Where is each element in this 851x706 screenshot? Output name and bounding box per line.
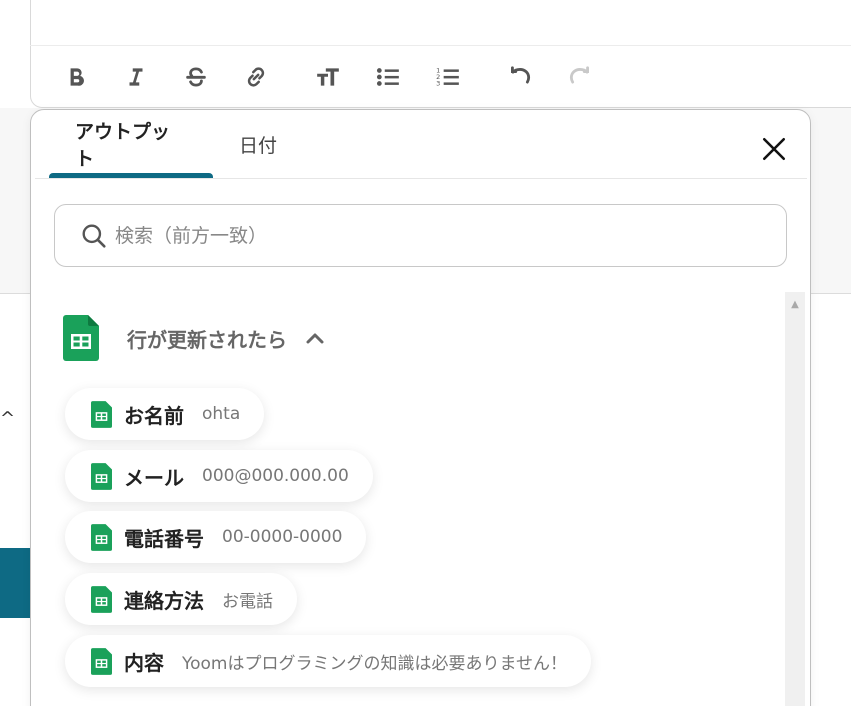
search-box[interactable] [54,204,787,267]
google-sheets-icon [91,647,112,675]
field-value: ohta [202,404,241,424]
field-chip-phone[interactable]: 電話番号 00-0000-0000 [65,511,367,563]
field-label: お名前 [124,403,184,428]
google-sheets-icon [91,523,112,551]
field-chip-content[interactable]: 内容 Yoomはプログラミングの知識は必要ありません！ [65,635,591,687]
field-value: Yoomはプログラミングの知識は必要ありません！ [182,653,567,674]
google-sheets-icon [91,400,112,428]
field-chip-name[interactable]: お名前 ohta [65,388,265,440]
section-header-row-updated[interactable]: 行が更新されたら [63,313,325,363]
italic-button[interactable] [116,58,156,96]
tab-date[interactable]: 日付 [213,110,303,178]
field-label: 電話番号 [124,526,204,551]
background-chevron-glyph: ^ [0,408,16,429]
field-chip-contact-method[interactable]: 連絡方法 お電話 [65,573,297,625]
field-chip-email[interactable]: メール 000@000.000.00 [65,450,373,502]
output-picker-modal: アウトプット 日付 ▲ 行が更新されたら [30,109,811,706]
strikethrough-icon [186,67,206,87]
tab-date-label: 日付 [239,134,278,157]
scrollbar[interactable]: ▲ [785,292,805,706]
google-sheets-icon [91,462,112,490]
tab-output[interactable]: アウトプット [49,110,213,178]
numbered-list-button[interactable]: 123 [428,58,468,96]
bullet-list-icon [376,68,399,86]
search-icon [82,224,106,248]
section-title: 行が更新されたら [127,327,287,352]
field-value: 00-0000-0000 [222,527,343,547]
tab-divider [35,178,807,179]
field-label: 内容 [124,650,164,675]
field-label: メール [124,465,184,490]
google-sheets-icon [91,585,112,613]
tab-output-label: アウトプット [75,121,171,170]
italic-icon [129,68,143,86]
chevron-up-icon[interactable] [305,331,325,345]
editor-divider [30,45,851,46]
bold-button[interactable] [56,58,96,96]
editor-toolbar: 123 [56,58,620,96]
undo-button[interactable] [500,58,540,96]
link-icon [247,67,265,87]
text-size-icon [317,68,339,86]
svg-text:3: 3 [436,80,440,88]
bold-icon [70,68,84,86]
strikethrough-button[interactable] [176,58,216,96]
undo-icon [511,66,531,84]
modal-tabs: アウトプット 日付 [49,110,303,178]
numbered-list-icon: 123 [436,67,459,88]
text-size-button[interactable] [308,58,348,96]
close-icon [762,137,786,161]
field-value: お電話 [222,591,273,612]
link-button[interactable] [236,58,276,96]
field-value: 000@000.000.00 [202,466,349,486]
bullet-list-button[interactable] [368,58,408,96]
close-button[interactable] [759,134,789,164]
search-input[interactable] [115,224,715,247]
redo-icon [569,66,589,84]
field-label: 連絡方法 [124,588,204,613]
scroll-up-arrow-icon[interactable]: ▲ [785,298,805,310]
google-sheets-icon [63,315,99,361]
redo-button[interactable] [560,58,600,96]
